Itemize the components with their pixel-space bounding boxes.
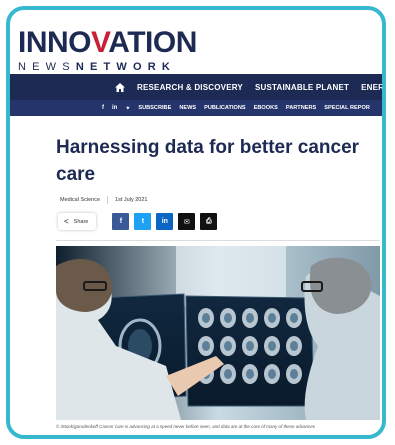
article-category[interactable]: Medical Science <box>60 197 100 203</box>
facebook-icon: f <box>119 218 123 225</box>
share-bar: < Share f t in ✉ ⎙ <box>58 213 218 230</box>
logo-subtitle: NEWSNETWORK <box>18 61 177 73</box>
subnav-item[interactable]: SUBSCRIBE <box>138 105 171 111</box>
divider-line <box>56 240 380 241</box>
article-date: 1st July 2021 <box>115 197 148 203</box>
share-icon: < <box>64 217 69 226</box>
nav-item[interactable]: RESEARCH & DISCOVERY <box>137 83 243 92</box>
subnav-item[interactable]: PUBLICATIONS <box>204 105 246 111</box>
home-icon[interactable] <box>115 82 125 92</box>
subnav-item[interactable]: EBOOKS <box>254 105 278 111</box>
subnav-item[interactable]: SPECIAL REPOR <box>324 105 370 111</box>
linkedin-share-button[interactable]: in <box>156 213 174 230</box>
article-hero-image <box>56 246 380 420</box>
print-share-button[interactable]: ⎙ <box>200 213 218 230</box>
twitter-icon: t <box>141 218 145 225</box>
image-caption: © iStock/gorodenkoff Cancer care is adva… <box>56 424 315 429</box>
site-logo[interactable]: INNOVATION NEWSNETWORK <box>18 26 197 74</box>
logo-wordmark: INNOVATION <box>18 26 197 59</box>
linkedin-icon: in <box>161 218 168 225</box>
email-icon: ✉ <box>183 218 190 226</box>
nav-item[interactable]: ENERGY <box>361 83 382 92</box>
share-label: Share <box>73 218 89 225</box>
share-button[interactable]: < Share <box>58 213 97 230</box>
nav-item[interactable]: SUSTAINABLE PLANET <box>255 83 349 92</box>
screenshot-frame: INNOVATION NEWSNETWORK RESEARCH & DISCOV… <box>6 6 386 439</box>
subnav-item[interactable]: PARTNERS <box>286 105 316 111</box>
email-share-button[interactable]: ✉ <box>178 213 196 230</box>
facebook-share-button[interactable]: f <box>112 213 130 230</box>
twitter-share-button[interactable]: t <box>134 213 152 230</box>
primary-nav: RESEARCH & DISCOVERY SUSTAINABLE PLANET EN… <box>10 74 382 100</box>
subnav-item[interactable]: NEWS <box>179 105 196 111</box>
linkedin-icon[interactable]: in <box>112 105 117 111</box>
facebook-icon[interactable]: f <box>102 105 104 111</box>
print-icon: ⎙ <box>206 217 212 225</box>
secondary-nav: f in ✦ SUBSCRIBE NEWS PUBLICATIONS EBOOKS PARTN… <box>10 100 382 116</box>
meta-divider <box>107 196 109 204</box>
article-title: Harnessing data for better cancer care <box>56 137 360 185</box>
twitter-icon[interactable]: ✦ <box>125 105 130 112</box>
article-meta: Medical Science 1st July 2021 <box>60 196 147 204</box>
